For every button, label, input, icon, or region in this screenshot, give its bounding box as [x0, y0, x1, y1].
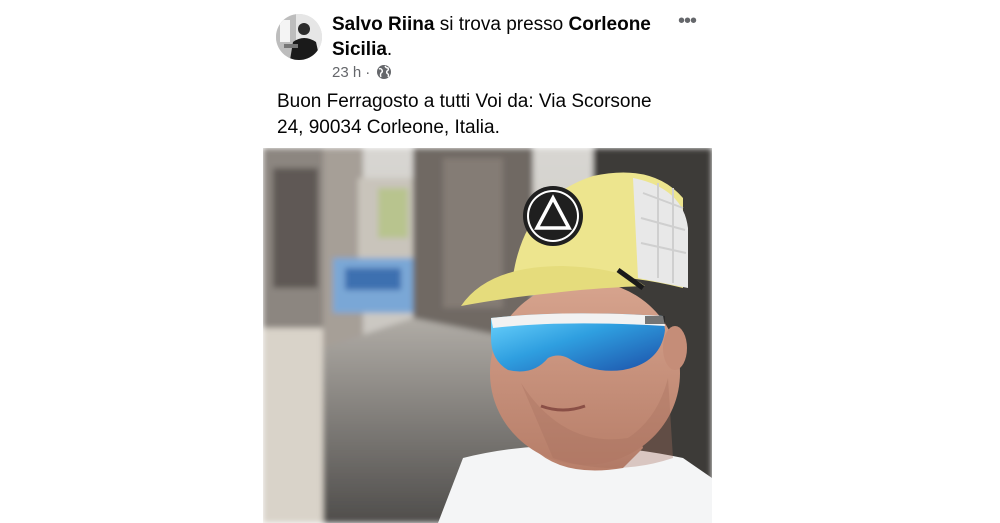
meta-separator: · [365, 63, 371, 81]
post-header: Salvo Riina si trova presso Corleone Sici… [332, 12, 672, 62]
location-place-line2[interactable]: Sicilia [332, 39, 387, 60]
caption-line2: 24, 90034 Corleone, Italia. [277, 117, 500, 138]
location-connector: si trova presso [434, 14, 569, 35]
globe-icon [376, 64, 392, 80]
post-meta: 23 h · [332, 62, 392, 82]
more-options-icon[interactable]: ••• [676, 11, 698, 35]
author-name[interactable]: Salvo Riina [332, 14, 434, 35]
location-place-line1[interactable]: Corleone [569, 14, 651, 35]
post-timestamp[interactable]: 23 h [332, 64, 361, 81]
author-avatar[interactable] [276, 14, 322, 60]
facebook-post: Salvo Riina si trova presso Corleone Sici… [0, 0, 1000, 523]
location-suffix: . [386, 39, 393, 60]
post-photo[interactable] [263, 148, 712, 523]
caption-line1: Buon Ferragosto a tutti Voi da: Via Scor… [277, 91, 652, 112]
post-caption: Buon Ferragosto a tutti Voi da: Via Scor… [277, 89, 707, 141]
